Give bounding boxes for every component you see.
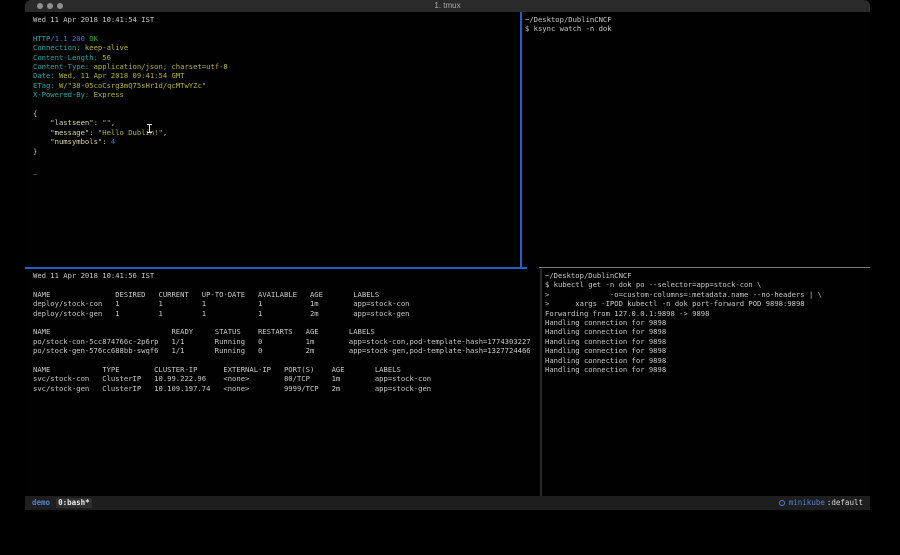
pane-divider-horizontal-right[interactable] [539, 267, 870, 268]
terminal-line: NAME TYPE CLUSTER-IP EXTERNAL-IP PORT(S)… [33, 365, 548, 374]
terminal-line: deploy/stock-gen 1 1 1 1 2m app=stock-ge… [33, 309, 548, 318]
mouse-cursor [147, 124, 152, 133]
terminal-line: NAME READY STATUS RESTARTS AGE LABELS [33, 327, 548, 336]
terminal-line: HTTP/1.1 200 OK [33, 34, 527, 43]
pane-http-response[interactable]: Wed 11 Apr 2018 10:41:54 IST HTTP/1.1 20… [25, 12, 527, 270]
pane-divider-vertical-top[interactable] [520, 12, 522, 268]
terminal-line: Handling connection for 9898 [545, 356, 870, 365]
terminal-line: NAME DESIRED CURRENT UP-TO-DATE AVAILABL… [33, 290, 548, 299]
terminal-line: po/stock-con-5cc874766c-2p6rp 1/1 Runnin… [33, 337, 548, 346]
tmux-status-bar: demo 0:bash* minikube :default [25, 496, 870, 510]
pane-port-forward[interactable]: ~/Desktop/DublinCNCF$ kubectl get -n dok… [543, 269, 870, 496]
terminal-line: $ kubectl get -n dok po --selector=app=s… [545, 280, 870, 289]
terminal-line: Wed 11 Apr 2018 10:41:56 IST [33, 271, 548, 280]
terminal-line: Handling connection for 9898 [545, 337, 870, 346]
kube-context: minikube [789, 498, 825, 507]
pane-divider-vertical-bottom[interactable] [540, 269, 542, 496]
pane-kubectl-get[interactable]: Wed 11 Apr 2018 10:41:56 IST NAME DESIRE… [25, 269, 548, 496]
terminal-line: X-Powered-By: Express [33, 90, 527, 99]
terminal-line: $ ksync watch -n dok [525, 24, 870, 33]
terminal-line: Date: Wed, 11 Apr 2018 09:41:54 GMT [33, 71, 527, 80]
terminal-line [33, 156, 527, 165]
desktop: 1. tmux Wed 11 Apr 2018 10:41:54 IST HTT… [0, 0, 900, 555]
session-name: demo [32, 498, 50, 507]
terminal-line: "lastseen": "", [33, 118, 527, 127]
terminal-line: } [33, 147, 527, 156]
terminal-line [33, 280, 548, 289]
terminal-line: Handling connection for 9898 [545, 318, 870, 327]
terminal-line: ~/Desktop/DublinCNCF [545, 271, 870, 280]
window-title: 1. tmux [25, 1, 870, 10]
terminal-line: > xargs -IPOD kubectl -n dok port-forwar… [545, 299, 870, 308]
terminal-line: > -o=custom-columns=:metadata.name --no-… [545, 290, 870, 299]
terminal-line [33, 100, 527, 109]
terminal-line: "numsymbols": 4 [33, 137, 527, 146]
terminal-line: Wed 11 Apr 2018 10:41:54 IST [33, 15, 527, 24]
terminal-line: Connection: keep-alive [33, 43, 527, 52]
status-right: minikube :default [779, 498, 863, 507]
terminal-line: Handling connection for 9898 [545, 327, 870, 336]
terminal-line [33, 318, 548, 327]
terminal-line [33, 356, 548, 365]
terminal-line: po/stock-gen-576cc688bb-swqf6 1/1 Runnin… [33, 346, 548, 355]
terminal-line: _ [33, 166, 527, 175]
terminal-line: Handling connection for 9898 [545, 365, 870, 374]
terminal-line: ~/Desktop/DublinCNCF [525, 15, 870, 24]
status-left: demo 0:bash* [32, 498, 92, 507]
pane-ksync[interactable]: ~/Desktop/DublinCNCF$ ksync watch -n dok [523, 12, 870, 270]
kubernetes-icon [779, 500, 785, 506]
terminal-line: svc/stock-con ClusterIP 10.99.222.96 <no… [33, 374, 548, 383]
terminal-line: Content-Length: 56 [33, 53, 527, 62]
mouse-cursor-bottom [147, 132, 152, 133]
terminal-line: "message": "Hello Dublin!", [33, 128, 527, 137]
window-tab-bash[interactable]: 0:bash* [56, 498, 92, 507]
terminal-line: Content-Type: application/json; charset=… [33, 62, 527, 71]
terminal-window: 1. tmux Wed 11 Apr 2018 10:41:54 IST HTT… [25, 0, 870, 510]
tmux-content: Wed 11 Apr 2018 10:41:54 IST HTTP/1.1 20… [25, 12, 870, 496]
terminal-line: Forwarding from 127.0.0.1:9898 -> 9898 [545, 309, 870, 318]
terminal-line: Handling connection for 9898 [545, 346, 870, 355]
terminal-line: deploy/stock-con 1 1 1 1 1m app=stock-co… [33, 299, 548, 308]
kube-namespace: :default [827, 498, 863, 507]
terminal-line [33, 24, 527, 33]
terminal-line: svc/stock-gen ClusterIP 10.109.197.74 <n… [33, 384, 548, 393]
terminal-line: { [33, 109, 527, 118]
terminal-line: ETag: W/"38-05coCsrg3mQ75sHr1d/qcMTwYZc" [33, 81, 527, 90]
